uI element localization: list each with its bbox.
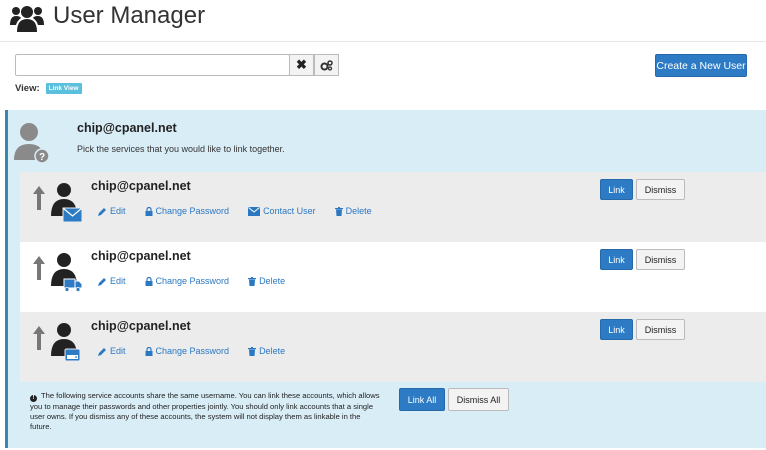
lock-icon	[145, 276, 153, 286]
dismiss-all-button[interactable]: Dismiss All	[448, 388, 509, 411]
envelope-icon	[248, 206, 261, 216]
account-row-ftp: chip@cpanel.net Edit Change Password Del…	[20, 242, 766, 312]
change-password-link[interactable]: Change Password	[145, 276, 230, 286]
ftp-account-icon	[33, 253, 82, 292]
delete-label: Delete	[259, 346, 286, 356]
contact-user-link[interactable]: Contact User	[248, 206, 316, 216]
dismiss-button[interactable]: Dismiss	[636, 179, 685, 200]
dismiss-button[interactable]: Dismiss	[636, 319, 685, 340]
dismiss-button[interactable]: Dismiss	[636, 249, 685, 270]
link-button[interactable]: Link	[600, 179, 633, 200]
change-password-link[interactable]: Change Password	[145, 346, 230, 356]
change-password-label: Change Password	[155, 276, 230, 286]
link-all-button[interactable]: Link All	[399, 388, 445, 411]
panel-instruction: Pick the services that you would like to…	[77, 144, 285, 154]
account-actions: Edit Change Password Contact User Delete	[98, 206, 391, 216]
edit-link[interactable]: Edit	[98, 276, 126, 286]
lock-icon	[145, 206, 153, 216]
delete-link[interactable]: Delete	[334, 206, 372, 216]
link-button[interactable]: Link	[600, 249, 633, 270]
pencil-icon	[98, 347, 106, 356]
account-actions: Edit Change Password Delete	[98, 346, 304, 356]
email-account-icon	[33, 183, 82, 222]
trash-icon	[248, 276, 257, 286]
users-icon	[10, 6, 44, 32]
linking-note: ! The following service accounts share t…	[30, 391, 382, 432]
clear-search-button[interactable]: ✖	[289, 54, 314, 76]
delete-link[interactable]: Delete	[248, 346, 285, 356]
view-badge[interactable]: Link View	[45, 83, 82, 94]
account-username: chip@cpanel.net	[91, 179, 191, 193]
edit-label: Edit	[110, 206, 126, 216]
view-selector: View: Link View	[15, 83, 82, 94]
link-button[interactable]: Link	[600, 319, 633, 340]
change-password-label: Change Password	[155, 346, 230, 356]
page-header: User Manager	[0, 0, 766, 42]
edit-label: Edit	[110, 346, 126, 356]
web-disk-account-icon	[33, 323, 81, 362]
info-icon: !	[30, 395, 37, 402]
svg-text:?: ?	[39, 152, 45, 163]
search-input[interactable]	[15, 54, 290, 76]
lock-icon	[145, 346, 153, 356]
trash-icon	[334, 206, 343, 216]
create-user-button[interactable]: Create a New User	[655, 54, 747, 77]
gears-icon	[320, 59, 333, 71]
account-actions: Edit Change Password Delete	[98, 276, 304, 286]
delete-label: Delete	[345, 206, 372, 216]
linking-note-text: The following service accounts share the…	[30, 391, 380, 431]
settings-button[interactable]	[314, 54, 339, 76]
delete-link[interactable]: Delete	[248, 276, 285, 286]
pencil-icon	[98, 277, 106, 286]
close-icon: ✖	[296, 57, 307, 72]
change-password-label: Change Password	[155, 206, 230, 216]
view-label: View:	[15, 83, 40, 94]
unknown-user-icon: ?	[14, 123, 50, 164]
panel-username: chip@cpanel.net	[77, 121, 177, 135]
edit-link[interactable]: Edit	[98, 206, 126, 216]
page: User Manager ✖ Create a New User View: L…	[0, 0, 766, 450]
delete-label: Delete	[259, 276, 286, 286]
page-title: User Manager	[53, 2, 206, 29]
edit-label: Edit	[110, 276, 126, 286]
edit-link[interactable]: Edit	[98, 346, 126, 356]
account-row-web-disk: chip@cpanel.net Edit Change Password Del…	[20, 312, 766, 382]
trash-icon	[248, 346, 257, 356]
pencil-icon	[98, 207, 106, 216]
account-username: chip@cpanel.net	[91, 249, 191, 263]
change-password-link[interactable]: Change Password	[145, 206, 230, 216]
account-username: chip@cpanel.net	[91, 319, 191, 333]
account-row-email: chip@cpanel.net Edit Change Password Con…	[20, 172, 766, 242]
contact-user-label: Contact User	[263, 206, 316, 216]
